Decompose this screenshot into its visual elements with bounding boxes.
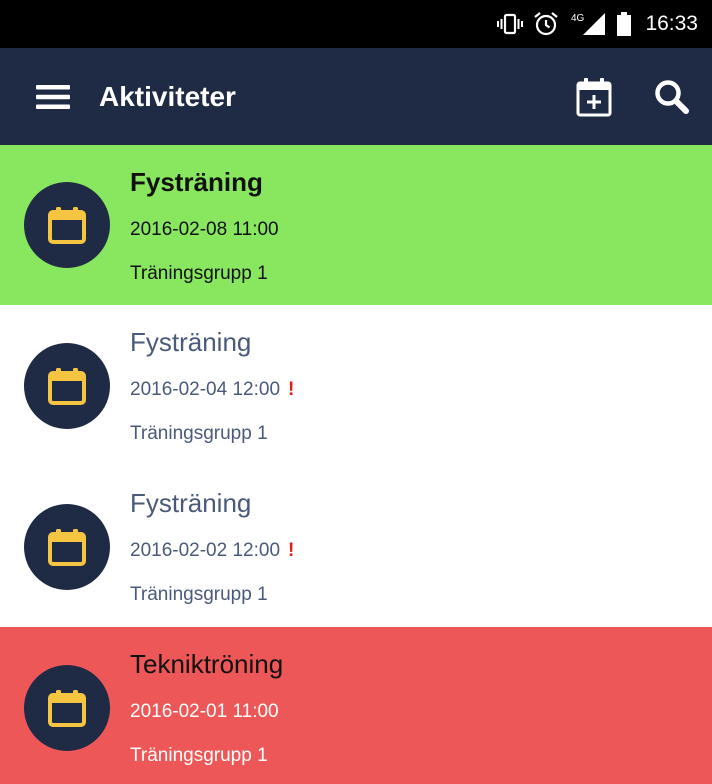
activity-date-text: 2016-02-01 11:00 [130,701,279,722]
activity-date-text: 2016-02-04 12:00 [130,379,281,400]
activity-group: Träningsgrupp 1 [130,745,268,766]
activity-group: Träningsgrupp 1 [130,263,268,284]
vibrate-icon [497,13,524,35]
warning-icon: ! [288,540,295,561]
activity-group: Träningsgrupp 1 [130,584,268,605]
activity-avatar [24,182,110,268]
add-activity-button[interactable] [566,69,622,125]
activity-date-text: 2016-02-08 11:00 [130,219,279,240]
svg-text:4G: 4G [571,13,585,24]
calendar-icon [45,203,89,247]
activity-date: 2016-02-01 11:00 [130,701,287,723]
page-title: Aktiviteter [99,80,236,112]
activity-date-text: 2016-02-02 12:00 [130,540,281,561]
calendar-icon [45,525,89,569]
activity-title: Fysträning [130,327,252,357]
status-bar: 4G 16:33 [0,0,712,48]
activity-avatar [24,503,110,590]
signal-icon: 4G [569,11,607,37]
activity-row[interactable]: Fysträning 2016-02-04 12:00! Träningsgrupp… [0,305,712,466]
activity-title: Fysträning [130,488,252,518]
activity-row[interactable]: Fysträning 2016-02-02 12:00! Träningsgrupp… [0,466,712,627]
activity-title: Tekniktröning [130,649,284,679]
activity-row[interactable]: Fysträning 2016-02-08 11:00 Träningsgrupp … [0,145,712,305]
activity-date: 2016-02-08 11:00 [130,219,287,241]
activity-list: Fysträning 2016-02-08 11:00 Träningsgrupp … [0,145,712,784]
activity-group: Träningsgrupp 1 [130,423,268,444]
app-bar: Aktiviteter [0,48,712,145]
warning-icon: ! [288,379,295,400]
activity-date: 2016-02-04 12:00! [130,379,294,401]
calendar-icon [45,364,89,408]
calendar-add-icon [576,77,612,116]
activity-avatar [24,664,110,751]
search-button[interactable] [644,69,700,125]
menu-button[interactable] [25,69,81,125]
activity-avatar [24,342,110,429]
activity-date: 2016-02-02 12:00! [130,540,294,562]
search-icon [655,79,689,114]
status-time: 16:33 [645,12,698,35]
calendar-icon [45,686,89,730]
activity-title: Fysträning [130,167,263,197]
battery-icon [617,12,632,36]
alarm-icon [533,11,559,37]
activity-row[interactable]: Tekniktröning 2016-02-01 11:00 Träningsgru… [0,627,712,784]
menu-icon [36,84,70,109]
